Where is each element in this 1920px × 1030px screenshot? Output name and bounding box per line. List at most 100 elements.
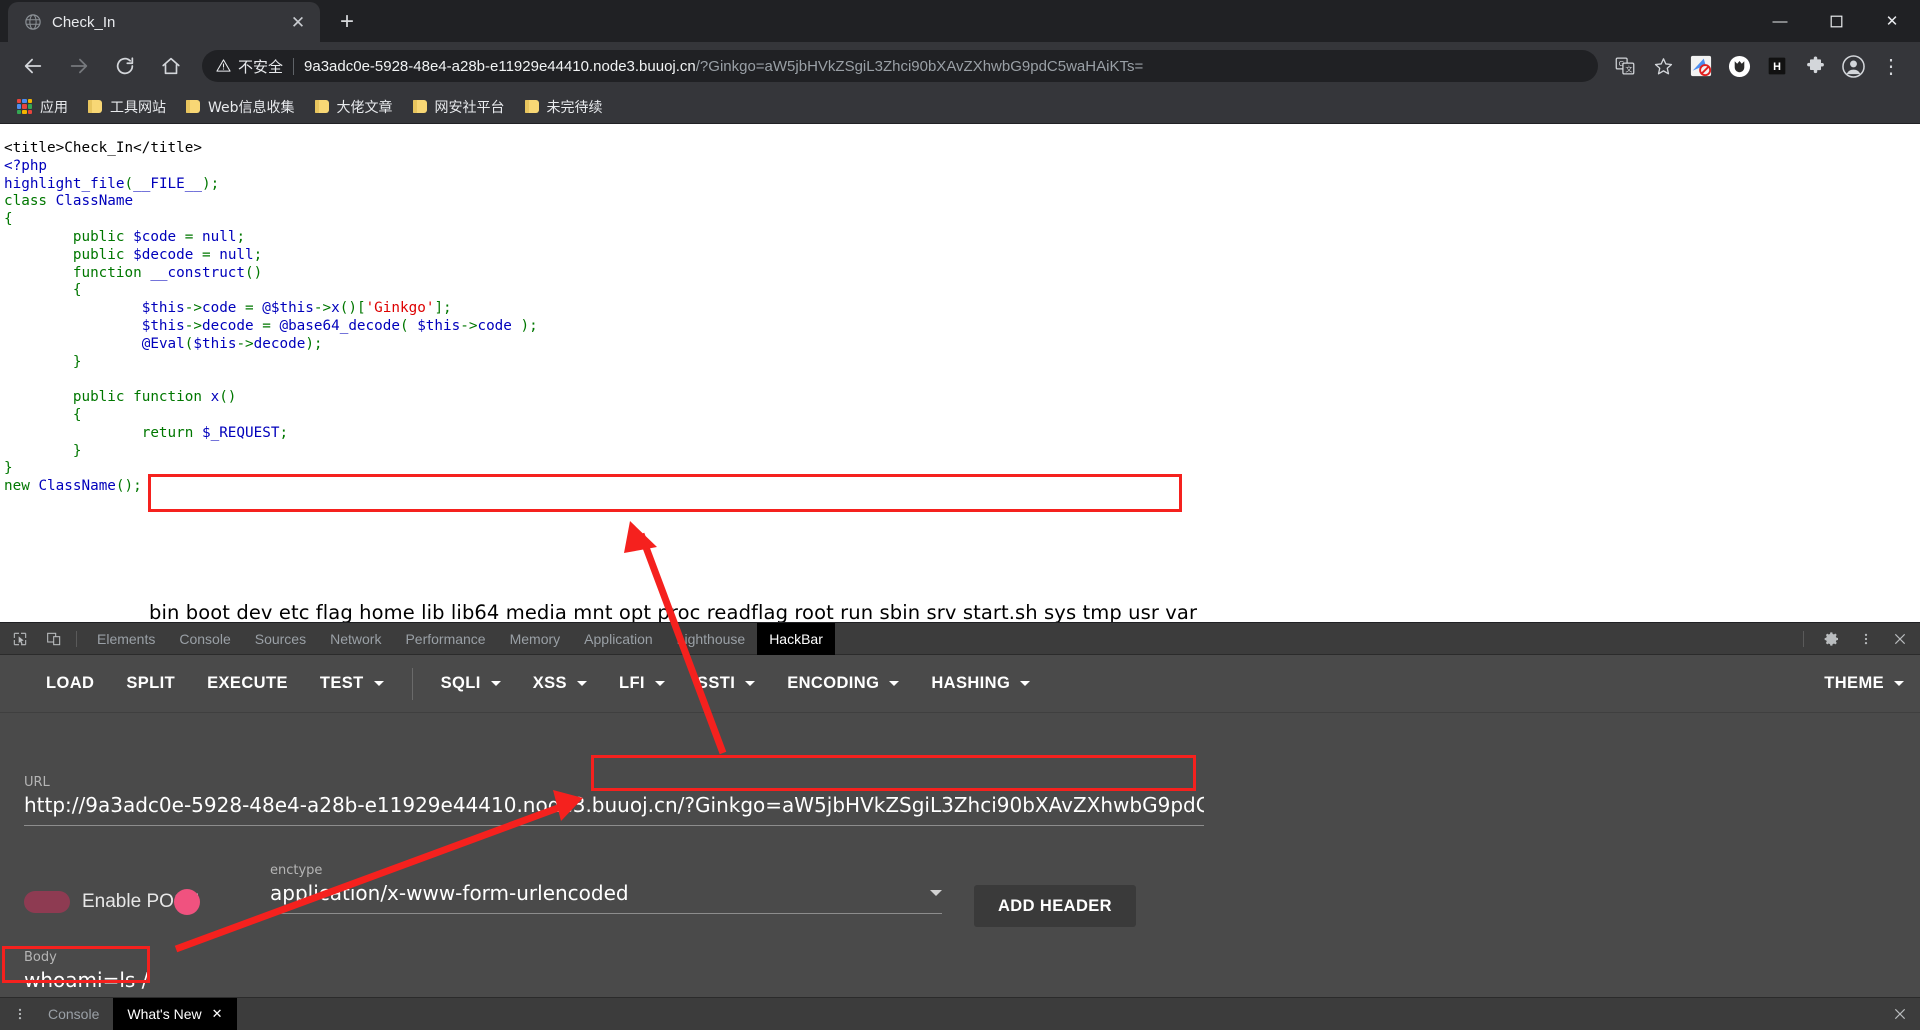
back-button[interactable] bbox=[15, 48, 51, 84]
url-field-value[interactable]: http://9a3adc0e-5928-48e4-a28b-e11929e44… bbox=[24, 793, 1204, 826]
reload-button[interactable] bbox=[107, 48, 143, 84]
minimize-button[interactable]: — bbox=[1752, 0, 1808, 42]
close-window-button[interactable]: ✕ bbox=[1864, 0, 1920, 42]
hackbar-url-field[interactable]: URL http://9a3adc0e-5928-48e4-a28b-e1192… bbox=[24, 775, 1204, 826]
devtools-tab-memory[interactable]: Memory bbox=[498, 623, 573, 655]
drawer-close-icon[interactable] bbox=[1886, 1001, 1914, 1027]
tabbar-divider-right bbox=[1803, 630, 1804, 647]
profile-avatar-icon[interactable] bbox=[1837, 50, 1869, 82]
bookmark-apps[interactable]: 应用 bbox=[8, 94, 77, 120]
button-label: THEME bbox=[1824, 674, 1884, 692]
enable-post-toggle[interactable] bbox=[24, 889, 201, 915]
bookmark-item[interactable]: 网安社平台 bbox=[404, 94, 514, 120]
globe-icon bbox=[25, 14, 41, 30]
url-base-text: http://9a3adc0e-5928-48e4-a28b-e11929e44… bbox=[24, 793, 678, 817]
devtools-drawer: Console What's New ✕ bbox=[0, 997, 1920, 1030]
hackbar-enctype-field[interactable]: enctype application/x-www-form-urlencode… bbox=[270, 863, 942, 914]
hackbar-load-button[interactable]: LOAD bbox=[30, 655, 110, 713]
drawer-menu-icon[interactable] bbox=[6, 1001, 34, 1027]
home-button[interactable] bbox=[153, 48, 189, 84]
chevron-down-icon bbox=[1020, 681, 1031, 686]
hackbar-ssti-menu[interactable]: SSTI bbox=[681, 655, 771, 713]
chrome-menu-icon[interactable]: ⋮ bbox=[1875, 50, 1907, 82]
devtools-tab-performance[interactable]: Performance bbox=[393, 623, 497, 655]
svg-text:H: H bbox=[1773, 61, 1781, 73]
enctype-select[interactable]: application/x-www-form-urlencoded bbox=[270, 881, 942, 914]
devtools-tab-lighthouse[interactable]: Lighthouse bbox=[665, 623, 758, 655]
translate-icon[interactable]: G文 bbox=[1609, 50, 1641, 82]
folder-icon bbox=[314, 100, 329, 113]
folder-icon bbox=[186, 100, 200, 113]
gear-icon[interactable] bbox=[1818, 626, 1846, 652]
bookmark-label: 网安社平台 bbox=[434, 99, 505, 116]
chevron-down-icon bbox=[490, 681, 501, 686]
maximize-button[interactable] bbox=[1808, 0, 1864, 42]
apps-grid-icon bbox=[17, 99, 32, 114]
devtools-tab-hackbar[interactable]: HackBar bbox=[757, 622, 835, 655]
drawer-right bbox=[1880, 1001, 1920, 1027]
hackbar-encoding-menu[interactable]: ENCODING bbox=[771, 655, 915, 713]
php-source-listing: <title>Check_In</title> <?php highlight_… bbox=[4, 140, 538, 495]
bookmarks-bar: 应用 工具网站 Web信息收集 大佬文章 网安社平台 未完待续 bbox=[0, 90, 1920, 124]
hackbar-xss-menu[interactable]: XSS bbox=[517, 655, 603, 713]
drawer-tab-whats-new[interactable]: What's New ✕ bbox=[113, 997, 237, 1030]
hackbar-panel: LOAD SPLIT EXECUTE TEST SQLI XSS LFI SST… bbox=[0, 655, 1920, 1030]
bookmark-star-icon[interactable] bbox=[1647, 50, 1679, 82]
bookmark-item[interactable]: 工具网站 bbox=[79, 94, 175, 120]
tab-close-icon[interactable]: ✕ bbox=[286, 10, 310, 34]
forward-button[interactable] bbox=[61, 48, 97, 84]
page-viewport: <title>Check_In</title> <?php highlight_… bbox=[0, 124, 1920, 622]
hackbar-extension-icon[interactable]: H bbox=[1761, 50, 1793, 82]
hackbar-test-menu[interactable]: TEST bbox=[304, 655, 400, 713]
switchyomega-extension-icon[interactable] bbox=[1685, 50, 1717, 82]
chevron-down-icon bbox=[576, 681, 587, 686]
folder-icon bbox=[88, 100, 102, 113]
bookmark-label: 工具网站 bbox=[110, 99, 166, 116]
button-label: SPLIT bbox=[126, 674, 176, 692]
new-tab-button[interactable]: + bbox=[330, 5, 364, 39]
tab-strip: Check_In ✕ + — ✕ bbox=[0, 0, 1920, 42]
chevron-down-icon bbox=[745, 681, 756, 686]
devtools-tab-console[interactable]: Console bbox=[167, 623, 242, 655]
bookmark-label: 未完待续 bbox=[546, 99, 603, 116]
toggle-knob bbox=[174, 889, 201, 915]
button-label: ENCODING bbox=[787, 674, 880, 692]
devtools-tab-elements[interactable]: Elements bbox=[85, 623, 167, 655]
tab-title: Check_In bbox=[52, 13, 116, 31]
device-toolbar-icon[interactable] bbox=[40, 626, 68, 652]
chevron-down-icon bbox=[373, 681, 384, 686]
button-label: SQLI bbox=[440, 674, 481, 692]
hackbar-split-button[interactable]: SPLIT bbox=[110, 655, 191, 713]
bookmark-item[interactable]: 大佬文章 bbox=[306, 94, 402, 120]
hackbar-sqli-menu[interactable]: SQLI bbox=[425, 655, 517, 713]
hackbar-execute-button[interactable]: EXECUTE bbox=[191, 655, 304, 713]
extensions-puzzle-icon[interactable] bbox=[1799, 50, 1831, 82]
devtools-tab-application[interactable]: Application bbox=[572, 623, 665, 655]
hackbar-toolbar: LOAD SPLIT EXECUTE TEST SQLI XSS LFI SST… bbox=[0, 655, 1920, 713]
hackbar-lfi-menu[interactable]: LFI bbox=[603, 655, 681, 713]
command-output-text: bin boot dev etc flag home lib lib64 med… bbox=[149, 601, 1198, 622]
enctype-value: application/x-www-form-urlencoded bbox=[270, 881, 629, 905]
devtools-tab-sources[interactable]: Sources bbox=[243, 623, 318, 655]
address-bar[interactable]: 不安全 9a3adc0e-5928-48e4-a28b-e11929e44410… bbox=[202, 50, 1598, 82]
hackbar-theme-menu[interactable]: THEME bbox=[1808, 655, 1920, 713]
bookmark-item[interactable]: Web信息收集 bbox=[177, 94, 304, 120]
hackbar-hashing-menu[interactable]: HASHING bbox=[915, 655, 1046, 713]
button-label: LOAD bbox=[46, 674, 95, 692]
chevron-down-icon bbox=[930, 890, 942, 896]
drawer-tab-close-icon[interactable]: ✕ bbox=[212, 1006, 223, 1022]
devtools-close-icon[interactable] bbox=[1886, 626, 1914, 652]
wappalyzer-extension-icon[interactable] bbox=[1723, 50, 1755, 82]
browser-tab[interactable]: Check_In ✕ bbox=[8, 2, 320, 42]
devtools-tab-network[interactable]: Network bbox=[318, 623, 393, 655]
devtools-more-icon[interactable] bbox=[1852, 626, 1880, 652]
url-path: /?Ginkgo=aW5jbHVkZSgiL3Zhci90bXAvZXhwbG9… bbox=[695, 57, 1144, 75]
add-header-button[interactable]: ADD HEADER bbox=[974, 885, 1136, 927]
drawer-tab-label: What's New bbox=[127, 1006, 202, 1022]
drawer-tab-console[interactable]: Console bbox=[34, 998, 113, 1030]
toolbar-divider bbox=[411, 667, 413, 700]
bookmark-item[interactable]: 未完待续 bbox=[516, 94, 612, 120]
inspect-cursor-icon[interactable] bbox=[6, 626, 34, 652]
devtools-panel: Elements Console Sources Network Perform… bbox=[0, 622, 1920, 1030]
bookmark-label: Web信息收集 bbox=[208, 99, 295, 116]
